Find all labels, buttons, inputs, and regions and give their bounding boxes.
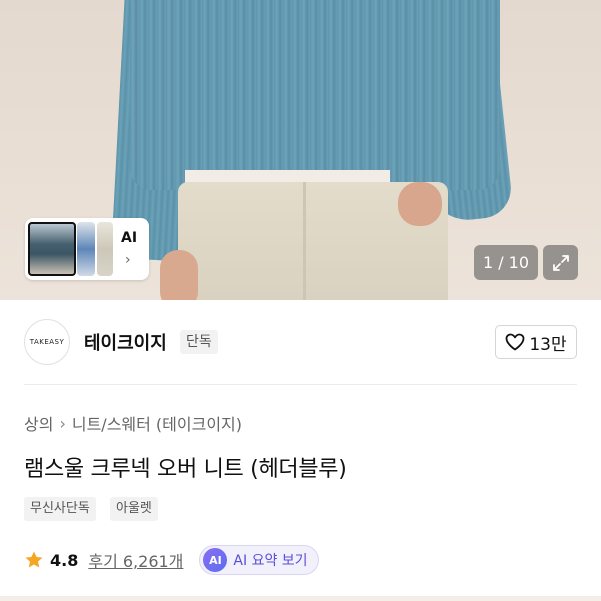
product-title: 램스울 크루넥 오버 니트 (헤더블루) [24,457,347,482]
like-count: 13만 [529,334,567,355]
model-sweater [130,0,500,190]
styling-thumbnail[interactable] [28,222,76,276]
tag-outlet: 아울렛 [110,497,158,521]
ai-styling-card[interactable]: AI › [25,218,149,280]
chevron-right-icon: › [59,413,66,433]
tag-exclusive: 무신사단독 [24,497,96,521]
model-hand [398,182,442,226]
image-counter: 1 / 10 [474,245,538,280]
breadcrumb-item-category[interactable]: 상의 [24,411,53,435]
model-hand [160,250,198,300]
rating-value: 4.8 [50,550,79,570]
styling-thumbnail[interactable] [77,222,95,276]
like-button[interactable]: 13만 [495,325,577,359]
breadcrumb-item-subcategory[interactable]: 니트/스웨터 (테이크이지) [72,411,242,435]
exclusive-badge: 단독 [180,330,218,354]
next-section-edge [0,596,601,601]
brand-logo-text: TAKEASY [29,338,65,346]
brand-logo[interactable]: TAKEASY [24,319,70,365]
star-icon [25,551,43,568]
ai-card-label: AI [121,230,138,246]
expand-button[interactable] [543,245,578,280]
ai-summary-label: AI 요약 보기 [233,553,308,569]
ai-badge-icon: AI [203,548,228,572]
brand-name[interactable]: 테이크이지 [84,329,167,355]
product-image-carousel[interactable]: AI › 1 / 10 [0,0,601,300]
breadcrumb: 상의 › 니트/스웨터 (테이크이지) [24,411,242,435]
reviews-link[interactable]: 후기 6,261개 [88,548,183,572]
ai-summary-button[interactable]: AI AI 요약 보기 [199,545,319,575]
expand-icon [552,254,569,271]
chevron-right-icon: › [125,252,131,268]
styling-thumbnail[interactable] [97,222,113,276]
heart-icon [505,333,525,351]
divider [24,384,577,385]
rating-row: 4.8 후기 6,261개 AI AI 요약 보기 [24,545,319,575]
